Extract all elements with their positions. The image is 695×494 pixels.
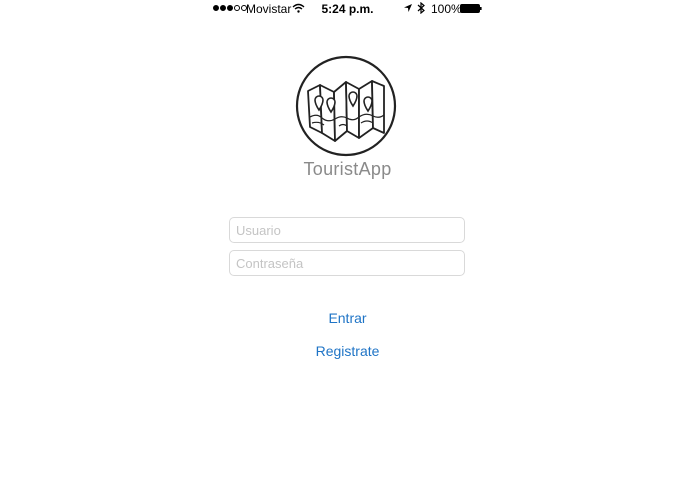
location-arrow-icon	[404, 4, 412, 12]
login-button[interactable]: Entrar	[0, 310, 695, 326]
app-title: TouristApp	[303, 159, 392, 179]
folded-map-icon	[295, 55, 397, 157]
register-button[interactable]: Registrate	[0, 343, 695, 359]
status-time: 5:24 p.m.	[321, 2, 374, 16]
battery-icon	[460, 4, 482, 13]
bluetooth-icon	[417, 2, 425, 14]
battery-percentage: 100%	[431, 2, 462, 16]
password-input[interactable]	[229, 250, 465, 276]
status-bar: Movistar 5:24 p.m. 100%	[0, 0, 695, 18]
username-input[interactable]	[229, 217, 465, 243]
